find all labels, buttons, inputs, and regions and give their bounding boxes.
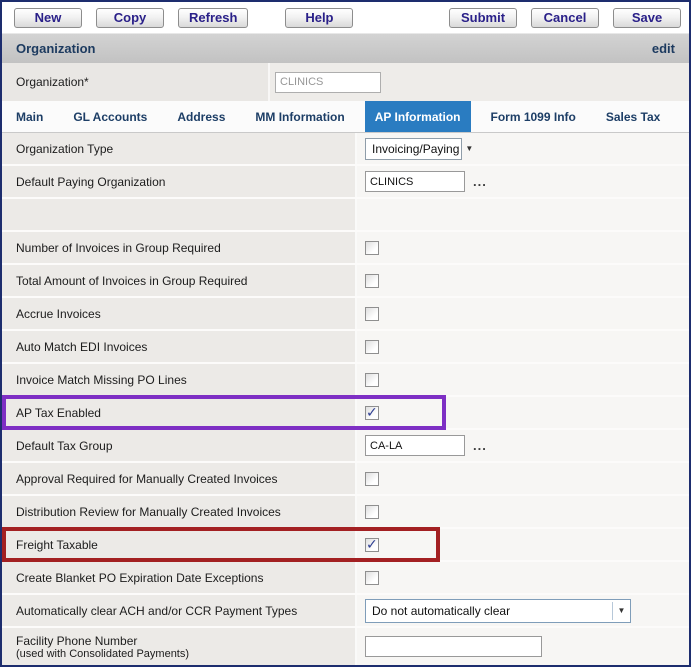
organization-input[interactable] [275,72,381,93]
row-facility-phone-number: Facility Phone Number (used with Consoli… [2,628,689,665]
accrue-invoices-checkbox[interactable] [365,307,379,321]
field-label: Invoice Match Missing PO Lines [16,373,355,387]
tab-ap-information[interactable]: AP Information [365,101,471,132]
selected-value: Invoicing/Paying [366,142,465,156]
row-invoice-match-missing-po-lines: Invoice Match Missing PO Lines [2,364,689,397]
field-label: Accrue Invoices [16,307,355,321]
row-total-amount-of-invoices-in-group-required: Total Amount of Invoices in Group Requir… [2,265,689,298]
distribution-review-checkbox[interactable] [365,505,379,519]
field-label: Facility Phone Number [16,634,355,648]
copy-button[interactable]: Copy [96,8,164,28]
row-organization-type: Organization Type Invoicing/Paying ▼ [2,133,689,166]
save-button[interactable]: Save [613,8,681,28]
checkmark-icon: ✓ [366,404,378,420]
auto-clear-payment-types-select[interactable]: Do not automatically clear ▼ [365,599,631,623]
organization-window: New Copy Refresh Help Submit Cancel Save… [0,0,691,667]
field-label: Distribution Review for Manually Created… [16,505,355,519]
field-label: Create Blanket PO Expiration Date Except… [16,571,355,585]
row-create-blanket-po-expiration-exceptions: Create Blanket PO Expiration Date Except… [2,562,689,595]
field-label: Auto Match EDI Invoices [16,340,355,354]
row-freight-taxable: Freight Taxable ✓ [2,529,689,562]
freight-taxable-checkbox[interactable]: ✓ [365,538,379,552]
cancel-button[interactable]: Cancel [531,8,599,28]
tab-bar: Main GL Accounts Address MM Information … [2,101,689,133]
field-label: Number of Invoices in Group Required [16,241,355,255]
checkmark-icon: ✓ [366,536,378,552]
blanket-po-exceptions-checkbox[interactable] [365,571,379,585]
tab-gl-accounts[interactable]: GL Accounts [63,101,157,132]
row-automatically-clear-payment-types: Automatically clear ACH and/or CCR Payme… [2,595,689,628]
row-empty [2,199,689,232]
auto-match-edi-checkbox[interactable] [365,340,379,354]
field-label: Default Tax Group [16,439,355,453]
row-approval-required-manual-invoices: Approval Required for Manually Created I… [2,463,689,496]
row-ap-tax-enabled: AP Tax Enabled ✓ [2,397,689,430]
organization-label: Organization* [2,63,270,101]
tab-main[interactable]: Main [6,101,53,132]
tab-mm-information[interactable]: MM Information [245,101,354,132]
help-button[interactable]: Help [285,8,353,28]
row-default-paying-organization: Default Paying Organization ... [2,166,689,199]
toolbar: New Copy Refresh Help Submit Cancel Save [2,2,689,33]
row-accrue-invoices: Accrue Invoices [2,298,689,331]
chevron-down-icon: ▼ [612,602,630,620]
submit-button[interactable]: Submit [449,8,517,28]
total-amount-checkbox[interactable] [365,274,379,288]
row-auto-match-edi-invoices: Auto Match EDI Invoices [2,331,689,364]
field-label: AP Tax Enabled [16,406,355,420]
row-default-tax-group: Default Tax Group ... [2,430,689,463]
lookup-ellipsis-button[interactable]: ... [473,177,487,187]
ap-information-form: Organization Type Invoicing/Paying ▼ Def… [2,133,689,665]
selected-value: Do not automatically clear [366,604,516,618]
field-label: Freight Taxable [16,538,355,552]
section-header: Organization edit [2,33,689,63]
invoice-match-missing-po-checkbox[interactable] [365,373,379,387]
facility-phone-number-input[interactable] [365,636,542,657]
number-of-invoices-checkbox[interactable] [365,241,379,255]
default-tax-group-input[interactable] [365,435,465,456]
field-label: Organization Type [16,142,355,156]
default-paying-organization-input[interactable] [365,171,465,192]
organization-field-row: Organization* [2,63,689,101]
new-button[interactable]: New [14,8,82,28]
field-sublabel: (used with Consolidated Payments) [16,648,355,660]
tab-address[interactable]: Address [167,101,235,132]
field-label: Default Paying Organization [16,175,355,189]
edit-link[interactable]: edit [652,41,675,56]
field-label: Total Amount of Invoices in Group Requir… [16,274,355,288]
lookup-ellipsis-button[interactable]: ... [473,441,487,451]
refresh-button[interactable]: Refresh [178,8,248,28]
organization-type-select[interactable]: Invoicing/Paying ▼ [365,138,462,160]
tab-form-1099-info[interactable]: Form 1099 Info [481,101,586,132]
row-number-of-invoices-in-group-required: Number of Invoices in Group Required [2,232,689,265]
ap-tax-enabled-checkbox[interactable]: ✓ [365,406,379,420]
chevron-down-icon: ▼ [465,144,473,153]
page-title: Organization [16,41,95,56]
row-distribution-review-manual-invoices: Distribution Review for Manually Created… [2,496,689,529]
field-label: Approval Required for Manually Created I… [16,472,355,486]
approval-required-checkbox[interactable] [365,472,379,486]
field-label: Automatically clear ACH and/or CCR Payme… [16,604,355,618]
tab-sales-tax[interactable]: Sales Tax [596,101,670,132]
